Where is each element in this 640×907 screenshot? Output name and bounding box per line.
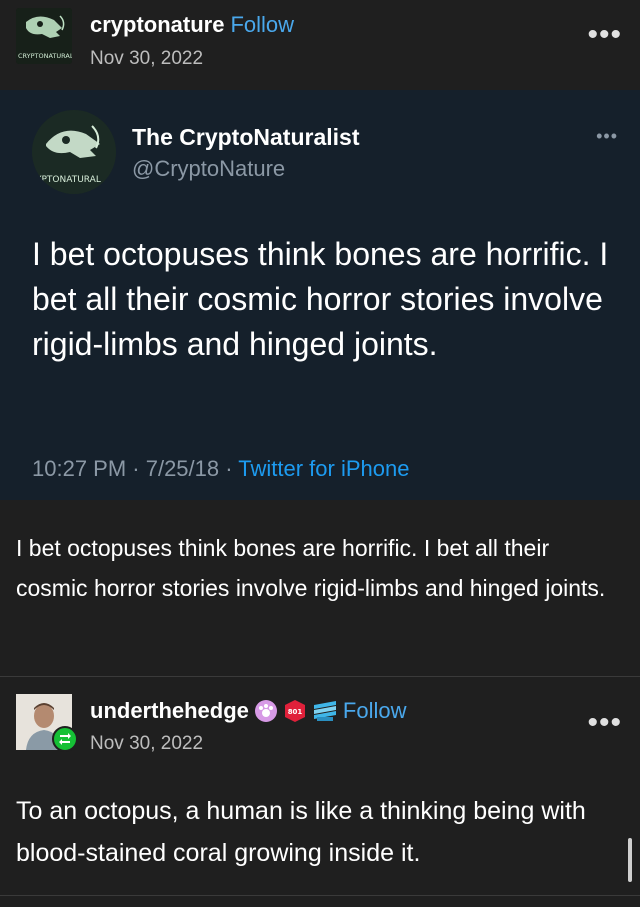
reblog-comment-text: To an octopus, a human is like a thinkin… — [16, 797, 586, 867]
reblog-follow-button[interactable]: Follow — [343, 698, 407, 724]
post-date[interactable]: Nov 30, 2022 — [90, 48, 203, 70]
post-header: CRYPTONATURALIST cryptonatureFollow Nov … — [0, 0, 640, 90]
tweet-source: Twitter for iPhone — [238, 456, 410, 481]
reblog-date[interactable]: Nov 30, 2022 — [90, 733, 203, 755]
cryptonature-avatar[interactable]: CRYPTONATURALIST — [16, 8, 72, 64]
tweet-avatar: YPTONATURAL — [32, 110, 116, 194]
divider — [0, 895, 640, 896]
rainbow-badge-icon[interactable] — [312, 699, 338, 723]
scrollbar[interactable] — [628, 838, 632, 882]
svg-text:CRYPTONATURALIST: CRYPTONATURALIST — [18, 52, 72, 60]
tweet-more-icon: ••• — [596, 126, 618, 146]
svg-text:801: 801 — [288, 708, 303, 716]
skull-logo-icon: CRYPTONATURALIST — [16, 8, 72, 64]
number-badge-icon[interactable]: 801 — [283, 699, 307, 723]
skull-logo-icon: YPTONATURAL — [32, 110, 116, 194]
follow-button[interactable]: Follow — [230, 12, 294, 37]
reblog-icon — [52, 726, 78, 752]
tweet-screenshot: YPTONATURAL The CryptoNaturalist @Crypto… — [0, 90, 640, 500]
tweet-meta: 10:27 PM · 7/25/18 · Twitter for iPhone — [32, 456, 409, 482]
blog-name-text[interactable]: cryptonature — [90, 12, 224, 37]
tweet-display-name: The CryptoNaturalist — [132, 124, 360, 150]
tweet-text: I bet octopuses think bones are horrific… — [32, 236, 609, 362]
reblog-blog-name[interactable]: underthehedge 801 Follow — [90, 698, 406, 724]
paw-badge-icon[interactable] — [254, 699, 278, 723]
tweet-handle: @CryptoNature — [132, 156, 286, 181]
more-options-button[interactable]: ••• — [587, 20, 622, 50]
reblog-blog-name-text[interactable]: underthehedge — [90, 698, 249, 724]
tweet-timestamp: 10:27 PM · 7/25/18 · — [32, 456, 239, 481]
blog-name[interactable]: cryptonature Follow — [90, 12, 294, 38]
svg-text:YPTONATURAL: YPTONATURAL — [35, 175, 101, 185]
divider — [0, 676, 640, 677]
reblog-more-options-button[interactable]: ••• — [587, 708, 622, 738]
post-body-text: I bet octopuses think bones are horrific… — [16, 535, 606, 601]
